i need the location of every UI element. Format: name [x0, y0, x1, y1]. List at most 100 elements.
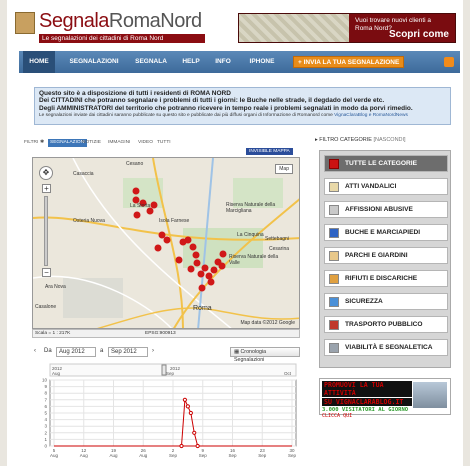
- map-scale: Scala = 1 : 217K: [35, 331, 71, 336]
- map-marker: [184, 236, 192, 244]
- category-filter-title-text: FILTRO CATEGORIE: [319, 137, 372, 143]
- hide-categories-link[interactable]: [NASCONDI]: [374, 137, 406, 143]
- map-marker: [198, 284, 206, 292]
- invisible-map-button[interactable]: INVISIBLE MAPPA: [246, 148, 293, 155]
- category-parchi-giardini[interactable]: PARCHI E GIARDINI: [324, 247, 448, 264]
- chart-y-tick-label: 5: [44, 411, 47, 416]
- logo-subtitle: Le segnalazioni dei cittadini di Roma No…: [39, 34, 205, 43]
- map-view[interactable]: Casaccia Cesano Isola Farnese La Storta …: [32, 157, 300, 329]
- nav-iphone[interactable]: IPHONE: [245, 51, 279, 73]
- map-label-la-storta: La Storta: [130, 203, 151, 209]
- map-label-riserva-marcigliana: Riserva Naturale della Marcigliana: [226, 202, 276, 214]
- chart-x-tick-label: Aug: [109, 453, 118, 458]
- date-range-controls: ‹ Da Aug 2012 a Sep 2012 › ▦ Cronologia …: [32, 346, 300, 363]
- ad-banner[interactable]: Vuoi trovare nuovi clienti a Roma Nord? …: [238, 13, 456, 43]
- promo-image: [413, 382, 447, 408]
- category-trasporto-pubblico[interactable]: TRASPORTO PUBBLICO: [324, 316, 448, 333]
- chart-top-month: Aug: [52, 371, 61, 376]
- pan-icon[interactable]: ✥: [39, 166, 53, 180]
- chart-y-tick-label: 3: [44, 424, 47, 429]
- nav-home[interactable]: HOME: [23, 51, 55, 73]
- chart-y-tick-label: 1: [44, 437, 47, 442]
- category-affissioni-abusive[interactable]: AFFISSIONI ABUSIVE: [324, 201, 448, 218]
- date-next-icon[interactable]: ›: [152, 348, 154, 354]
- category-atti-vandalici[interactable]: ATTI VANDALICI: [324, 178, 448, 195]
- send-report-button[interactable]: + INVIA LA TUA SEGNALAZIONE: [293, 56, 405, 68]
- chart-data-point: [192, 430, 197, 435]
- timeline-button[interactable]: ▦ Cronologia Segnalazioni: [230, 347, 300, 363]
- bus-icon: [329, 320, 339, 330]
- info-notice: Questo sito è a disposizione di tutti i …: [34, 87, 451, 125]
- road-hole-icon: [329, 228, 339, 238]
- main-nav: HOME SEGNALAZIONI SEGNALA HELP INFO IPHO…: [19, 51, 460, 73]
- nav-segnala[interactable]: SEGNALA: [131, 51, 171, 73]
- tab-tutti[interactable]: TUTTI: [157, 140, 171, 145]
- banner-cta[interactable]: Scopri come: [389, 29, 449, 40]
- vandalism-icon: [329, 182, 339, 192]
- from-date-select[interactable]: Aug 2012: [56, 347, 96, 357]
- category-sicurezza[interactable]: SICUREZZA: [324, 293, 448, 310]
- map-label-roma: Roma: [193, 305, 212, 312]
- from-date-value: Aug 2012: [59, 349, 85, 355]
- filter-label: FILTRI: [24, 140, 39, 145]
- zoom-out-button[interactable]: −: [42, 268, 51, 277]
- map-label-isola-farnese: Isola Farnese: [159, 218, 190, 224]
- tab-video[interactable]: VIDEO: [138, 140, 153, 145]
- header: SegnalaRomaNord Le segnalazioni dei citt…: [7, 0, 463, 47]
- chart-y-tick-label: 10: [42, 378, 48, 383]
- category-rifiuti-discariche[interactable]: RIFIUTI E DISCARICHE: [324, 270, 448, 287]
- zoom-slider[interactable]: [44, 196, 48, 266]
- notice-small-link[interactable]: VignaClaraBlog e RomaNordNews: [334, 113, 408, 118]
- page: SegnalaRomaNord Le segnalazioni dei citt…: [7, 0, 463, 466]
- promo-line-2: SU VIGNACLARABLOG.IT: [322, 398, 412, 406]
- map-type-toggle[interactable]: Map: [275, 164, 293, 174]
- nav-segnalazioni[interactable]: SEGNALAZIONI: [67, 51, 121, 73]
- tab-immagini[interactable]: IMMAGINI: [108, 140, 130, 145]
- chart-x-tick-label: Sep: [169, 453, 178, 458]
- map-marker: [201, 264, 209, 272]
- map-label-casaccia: Casaccia: [73, 171, 94, 177]
- chart-y-tick-label: 7: [44, 397, 47, 402]
- chart-data-point: [188, 410, 193, 416]
- map-marker: [175, 256, 183, 264]
- rss-icon[interactable]: [444, 57, 454, 67]
- map-marker: [218, 262, 226, 270]
- map-marker: [187, 265, 195, 273]
- chart-range-handle: [161, 364, 167, 376]
- zoom-in-button[interactable]: +: [42, 184, 51, 193]
- map-label-settebagni: Settebagni: [265, 236, 289, 242]
- category-viabilita-segnaletica[interactable]: VIABILITÀ E SEGNALETICA: [324, 339, 448, 356]
- nav-help[interactable]: HELP: [179, 51, 203, 73]
- map-marker: [210, 266, 218, 274]
- banner-map-image: [239, 14, 349, 42]
- chart-data-point: [195, 443, 200, 449]
- to-date-select[interactable]: Sep 2012: [108, 347, 148, 357]
- chart-x-tick-label: Aug: [50, 453, 59, 458]
- map-marker: [192, 251, 200, 259]
- category-label: AFFISSIONI ABUSIVE: [345, 206, 413, 213]
- notice-line-3: Degli AMMINISTRATORI del territorio che …: [39, 104, 413, 112]
- tab-notizie[interactable]: NOTIZIE: [82, 140, 101, 145]
- posters-icon: [329, 205, 339, 215]
- chart-top-month: Sep: [166, 371, 175, 376]
- chart-y-tick-label: 4: [44, 417, 47, 422]
- site-logo[interactable]: SegnalaRomaNord Le segnalazioni dei citt…: [15, 10, 215, 44]
- nav-info[interactable]: INFO: [211, 51, 235, 73]
- promo-cta[interactable]: CLICCA QUI: [322, 413, 448, 419]
- category-buche-marciapiedi[interactable]: BUCHE E MARCIAPIEDI: [324, 224, 448, 241]
- promo-banner[interactable]: PROMUOVI LA TUA ATTIVITÀ SU VIGNACLARABL…: [319, 378, 451, 419]
- category-all[interactable]: TUTTE LE CATEGORIE: [324, 155, 448, 172]
- waste-icon: [329, 274, 339, 284]
- filter-star-icon: ✱: [40, 140, 45, 145]
- map-label-osteria-nuova: Osteria Nuova: [73, 218, 105, 224]
- da-label: Da: [44, 348, 52, 354]
- chart-y-tick-label: 6: [44, 404, 47, 409]
- date-prev-icon[interactable]: ‹: [34, 348, 36, 354]
- chart-data-point: [185, 404, 190, 409]
- road-sign-icon: [329, 343, 339, 353]
- map-marker: [150, 201, 158, 209]
- zoom-control: ✥ + −: [39, 166, 53, 277]
- notice-small: Le segnalazioni inviate dai cittadini sa…: [39, 112, 446, 119]
- send-report-label: INVIA LA TUA SEGNALAZIONE: [303, 59, 400, 66]
- timeline-chart: 2012 Aug 2012 Sep Oct 0 1 2 3 4 5 6 7 8 9 10 5 Aug 12 Aug 19…: [24, 362, 304, 458]
